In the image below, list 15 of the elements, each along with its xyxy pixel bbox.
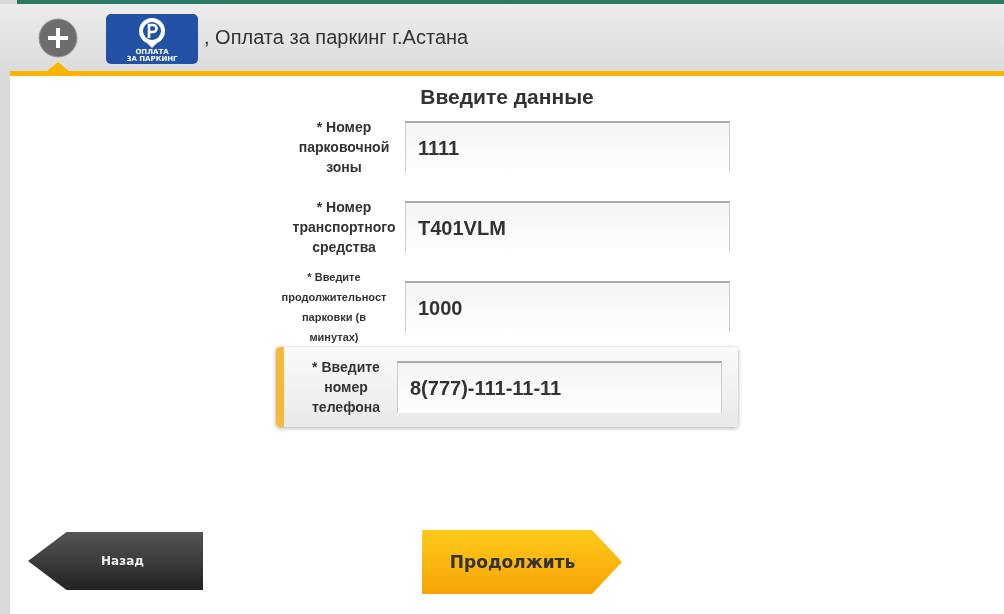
back-button[interactable]: Назад [28, 532, 203, 590]
plus-icon[interactable] [38, 18, 78, 58]
input-field[interactable]: 8(777)-111-11-11 [397, 361, 722, 413]
field-label: * Номер транспортного средства [291, 198, 397, 257]
parking-pin-icon [137, 16, 167, 49]
input-field[interactable]: 1000 [405, 281, 730, 333]
input-field[interactable]: T401VLM [405, 201, 730, 253]
input-field[interactable]: 1111 [405, 121, 730, 173]
pointer-triangle-icon [47, 62, 69, 71]
field-label: * Введите номер телефона [311, 358, 381, 417]
field-label: * Введите продолжительност парковки (в минутах) [280, 270, 388, 345]
continue-button[interactable]: Продолжить [422, 530, 622, 594]
service-title: , Оплата за паркинг г.Астана [204, 26, 469, 49]
form-title: Введите данные [420, 85, 594, 109]
field-label: * Номер парковочной зоны [297, 118, 391, 177]
